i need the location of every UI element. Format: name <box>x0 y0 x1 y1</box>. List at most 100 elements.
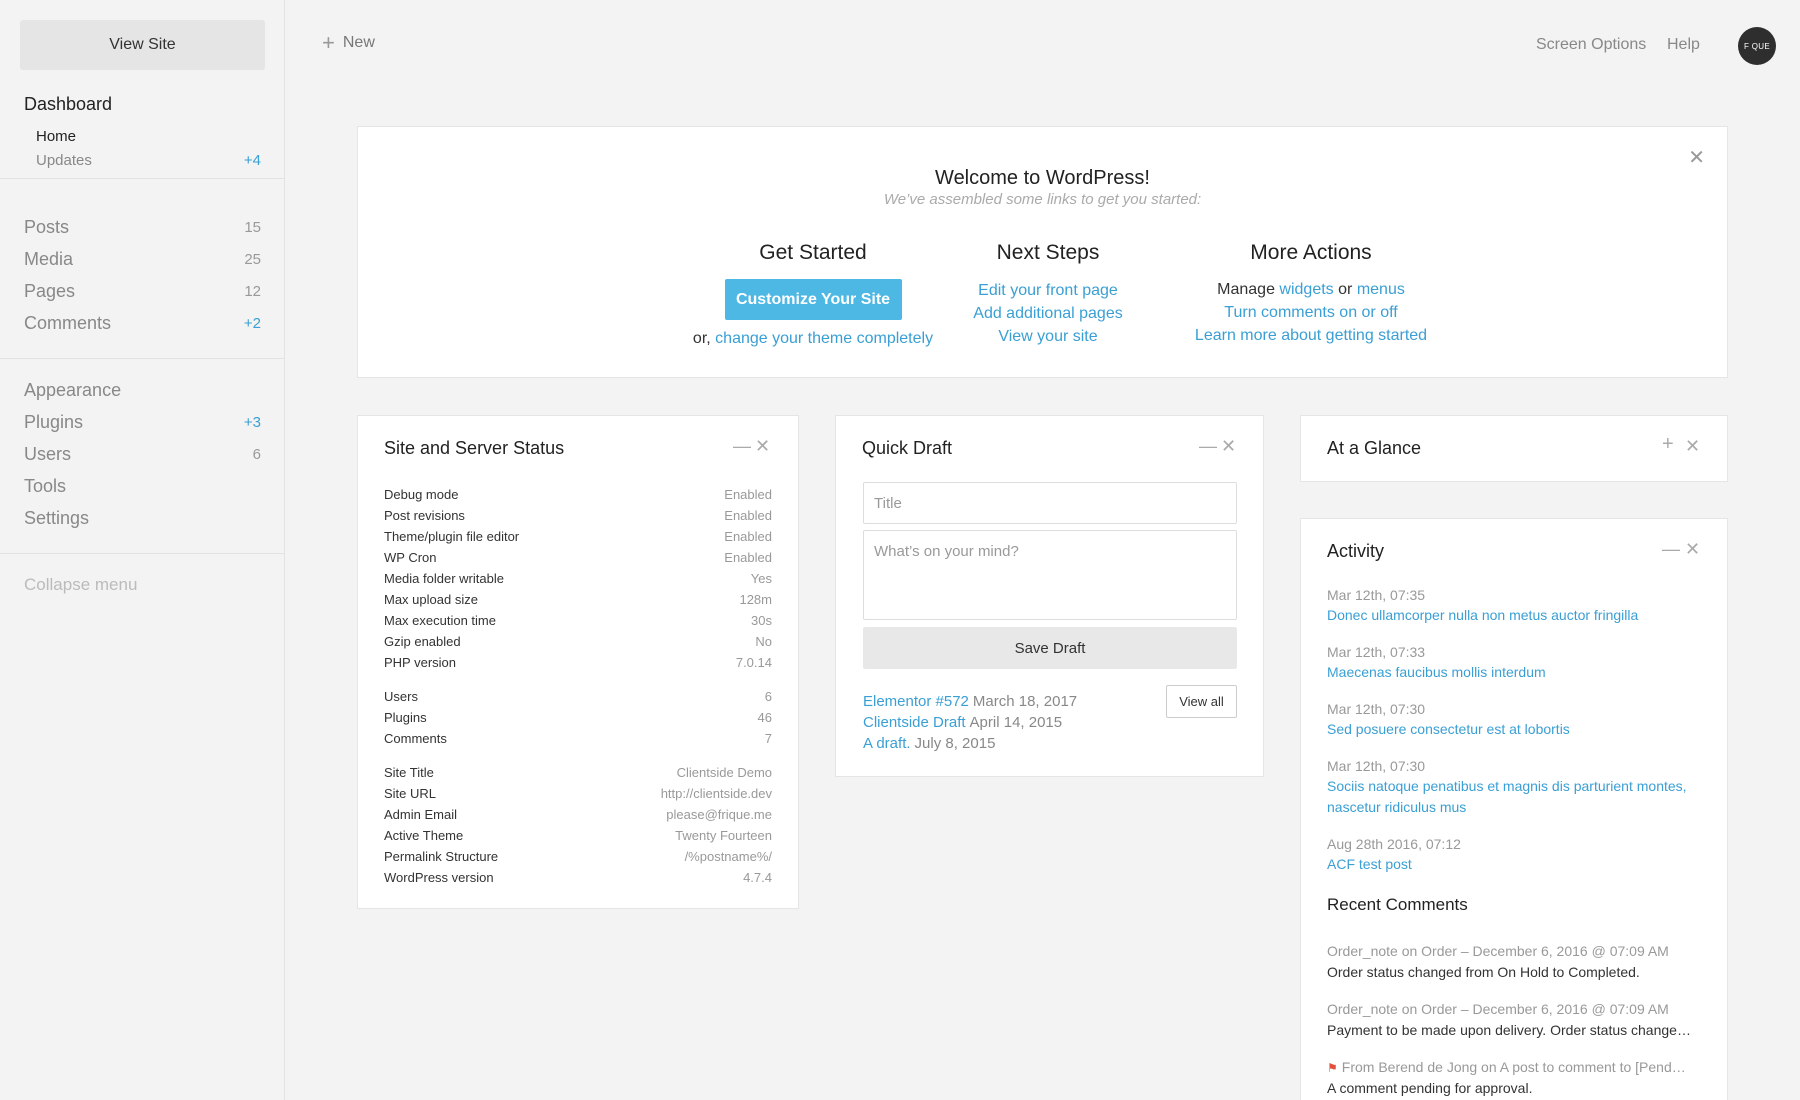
status-label: Site Title <box>384 764 434 780</box>
sidebar-item-tools[interactable]: Tools <box>0 470 285 502</box>
widgets-link[interactable]: widgets <box>1279 281 1333 298</box>
toggle-comments-link[interactable]: Turn comments on or off <box>1131 301 1491 324</box>
status-row: Site Title Clientside Demo <box>384 762 772 782</box>
media-count: 25 <box>244 250 261 268</box>
pages-count: 12 <box>244 282 261 300</box>
status-label: Max upload size <box>384 591 478 607</box>
view-site-button[interactable]: View Site <box>20 20 265 70</box>
expand-icon[interactable]: + <box>1662 433 1674 456</box>
close-icon[interactable]: ✕ <box>1221 436 1236 457</box>
activity-post-link[interactable]: Maecenas faucibus mollis interdum <box>1327 662 1707 683</box>
status-label: Gzip enabled <box>384 633 461 649</box>
status-value: /%postname%/ <box>684 848 772 864</box>
activity-date: Mar 12th, 07:30 <box>1327 701 1426 717</box>
sidebar-item-dashboard[interactable]: Dashboard <box>0 88 285 120</box>
sidebar-item-posts[interactable]: Posts 15 <box>0 211 285 243</box>
sidebar-item-users[interactable]: Users 6 <box>0 438 285 470</box>
activity-date: Mar 12th, 07:33 <box>1327 644 1426 660</box>
sidebar-item-comments[interactable]: Comments +2 <box>0 307 285 339</box>
comment-meta[interactable]: Order_note on Order – December 6, 2016 @… <box>1327 943 1707 959</box>
status-label: Permalink Structure <box>384 848 499 864</box>
welcome-subtitle: We’ve assembled some links to get you st… <box>883 191 1202 208</box>
sidebar-item-media[interactable]: Media 25 <box>0 243 285 275</box>
help-button[interactable]: Help <box>1667 36 1700 54</box>
status-label: Site URL <box>384 785 437 801</box>
screen-options-button[interactable]: Screen Options <box>1536 36 1646 54</box>
close-icon[interactable]: ✕ <box>1685 436 1700 457</box>
status-label: Theme/plugin file editor <box>384 528 520 544</box>
sidebar-item-pages[interactable]: Pages 12 <box>0 275 285 307</box>
plugins-count-badge: +3 <box>243 413 261 431</box>
activity-date: Mar 12th, 07:35 <box>1327 587 1426 603</box>
learn-more-link[interactable]: Learn more about getting started <box>1131 324 1491 347</box>
sidebar-group-content: Posts 15 Media 25 Pages 12 Comments +2 <box>0 211 285 339</box>
comment-text: Order status changed from On Hold to Com… <box>1327 964 1640 980</box>
sidebar-item-label: Users <box>24 443 72 464</box>
draft-link[interactable]: Elementor #572 <box>863 693 969 710</box>
status-row: Permalink Structure /%postname%/ <box>384 846 772 866</box>
activity-date: Mar 12th, 07:30 <box>1327 758 1426 774</box>
sidebar-item-label: Media <box>24 248 74 269</box>
save-draft-button[interactable]: Save Draft <box>863 627 1237 669</box>
activity-post-link[interactable]: Sed posuere consectetur est at lobortis <box>1327 719 1707 740</box>
view-all-drafts-button[interactable]: View all <box>1166 685 1237 718</box>
new-content-button[interactable]: + New <box>322 32 375 54</box>
users-count: 6 <box>252 445 261 463</box>
activity-post-link[interactable]: ACF test post <box>1327 854 1707 875</box>
close-icon[interactable]: ✕ <box>1685 539 1700 560</box>
customize-site-button[interactable]: Customize Your Site <box>724 279 902 320</box>
at-a-glance-widget: At a Glance + ✕ <box>1300 415 1728 482</box>
status-value: 7.0.14 <box>735 654 772 670</box>
minimize-icon[interactable]: — <box>1662 539 1680 560</box>
welcome-panel: ✕ Welcome to WordPress! We’ve assembled … <box>357 126 1728 378</box>
sidebar-item-label: Tools <box>24 475 67 496</box>
widget-title: At a Glance <box>1327 438 1422 458</box>
sidebar-item-updates[interactable]: Updates +4 <box>0 148 285 172</box>
sidebar-item-plugins[interactable]: Plugins +3 <box>0 406 285 438</box>
sidebar-group-admin: Appearance Plugins +3 Users 6 Tools Sett… <box>0 374 285 534</box>
sidebar-divider <box>0 178 285 179</box>
draft-link[interactable]: A draft. <box>863 735 911 752</box>
draft-item: Elementor #572 March 18, 2017 <box>863 693 1077 710</box>
status-row: Max upload size 128m <box>384 589 772 609</box>
activity-post-link[interactable]: Donec ullamcorper nulla non metus auctor… <box>1327 605 1707 626</box>
draft-title-input[interactable] <box>863 482 1237 524</box>
status-label: Debug mode <box>384 486 459 502</box>
sidebar-item-settings[interactable]: Settings <box>0 502 285 534</box>
status-label: Plugins <box>384 709 427 725</box>
draft-date: March 18, 2017 <box>972 693 1078 710</box>
flag-icon: ⚑ <box>1327 1061 1338 1075</box>
status-row: Users 6 <box>384 686 772 706</box>
sidebar-item-home[interactable]: Home <box>0 124 285 148</box>
comment-meta[interactable]: Order_note on Order – December 6, 2016 @… <box>1327 1001 1707 1017</box>
status-row: Comments 7 <box>384 728 772 748</box>
minimize-icon[interactable]: — <box>1199 436 1217 457</box>
welcome-title: Welcome to WordPress! <box>935 167 1150 189</box>
status-row: Post revisions Enabled <box>384 505 772 525</box>
sidebar-item-appearance[interactable]: Appearance <box>0 374 285 406</box>
status-row: Max execution time 30s <box>384 610 772 630</box>
more-actions-heading: More Actions <box>1250 241 1372 264</box>
status-label: Post revisions <box>384 507 465 523</box>
activity-post-link[interactable]: Sociis natoque penatibus et magnis dis p… <box>1327 776 1707 818</box>
comment-meta-pending[interactable]: ⚑ From Berend de Jong on A post to commen… <box>1327 1059 1707 1075</box>
minimize-icon[interactable]: — <box>733 436 751 457</box>
collapse-menu-button[interactable]: Collapse menu <box>24 575 137 595</box>
manage-text: Manage <box>1217 281 1275 298</box>
status-value: Enabled <box>724 528 772 544</box>
menus-link[interactable]: menus <box>1357 281 1405 298</box>
status-label: WordPress version <box>384 869 494 885</box>
status-row: Gzip enabled No <box>384 631 772 651</box>
comments-count-badge: +2 <box>243 314 261 332</box>
comment-text: Payment to be made upon delivery. Order … <box>1327 1022 1691 1038</box>
status-label: Media folder writable <box>384 570 504 586</box>
status-value: http://clientside.dev <box>660 785 772 801</box>
draft-link[interactable]: Clientside Draft <box>863 714 966 731</box>
draft-content-textarea[interactable] <box>863 530 1237 620</box>
avatar[interactable]: F QUE <box>1738 27 1776 65</box>
status-row: Site URL http://clientside.dev <box>384 783 772 803</box>
draft-item: A draft. July 8, 2015 <box>863 735 995 752</box>
close-icon[interactable]: ✕ <box>755 436 770 457</box>
widget-title: Site and Server Status <box>384 438 565 458</box>
sidebar-item-label: Settings <box>24 507 90 528</box>
